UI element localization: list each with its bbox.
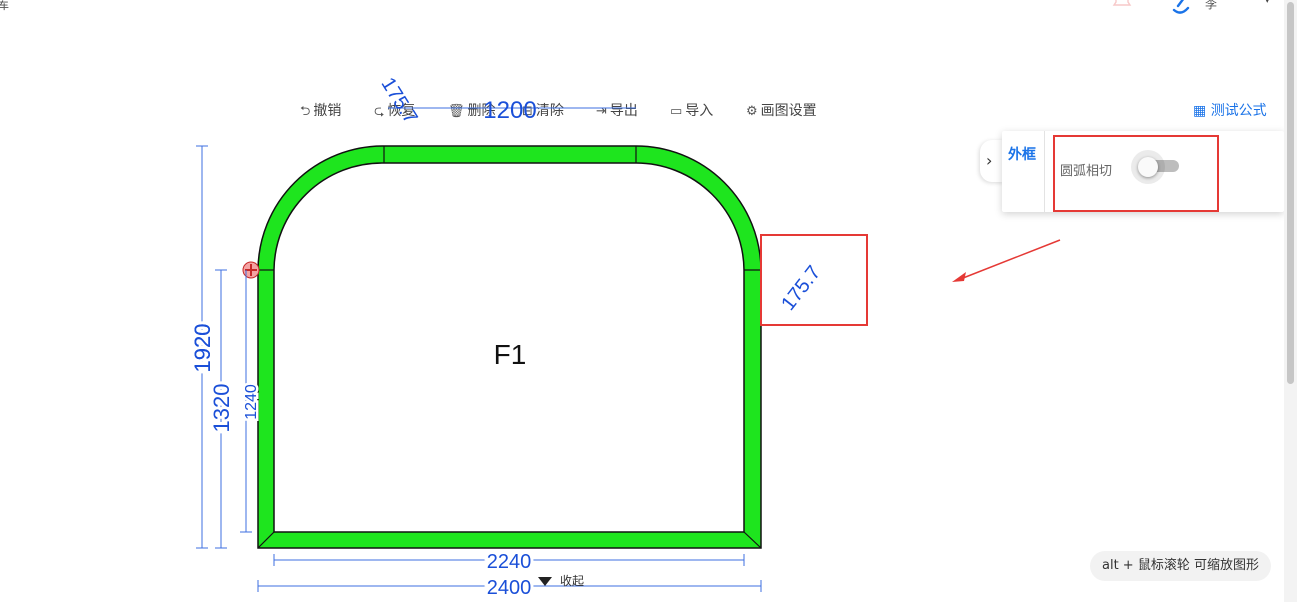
dim-overall-width: 2400 [487, 577, 532, 599]
scrollbar-thumb[interactable] [1287, 2, 1294, 384]
collapse-button[interactable]: 收起 [538, 572, 584, 589]
dim-overall-height-text: 1920 [190, 324, 215, 373]
dim-side-height: 1320 [209, 384, 234, 433]
highlight-box-arc-toggle [1053, 135, 1219, 212]
dim-top-left-arc: 175.7 [376, 74, 421, 128]
zoom-hint: alt + 鼠标滚轮 可缩放图形 [1090, 551, 1271, 581]
page-scrollbar[interactable] [1284, 0, 1297, 602]
frame-label: F1 [494, 339, 527, 370]
highlight-box-arc-dimension [760, 234, 868, 326]
caret-down-icon [538, 577, 552, 586]
move-handle-icon [242, 261, 260, 279]
annotation-arrow [952, 239, 1061, 282]
dim-inner-height: 1240 [243, 384, 260, 420]
dim-top-width: 1200 [483, 97, 536, 124]
dim-inner-width: 2240 [487, 551, 532, 573]
drawing-canvas[interactable]: F1 1920 1920 1320 1320 1240 1240 2240 22… [0, 0, 1297, 602]
dimension-lines [196, 107, 762, 592]
